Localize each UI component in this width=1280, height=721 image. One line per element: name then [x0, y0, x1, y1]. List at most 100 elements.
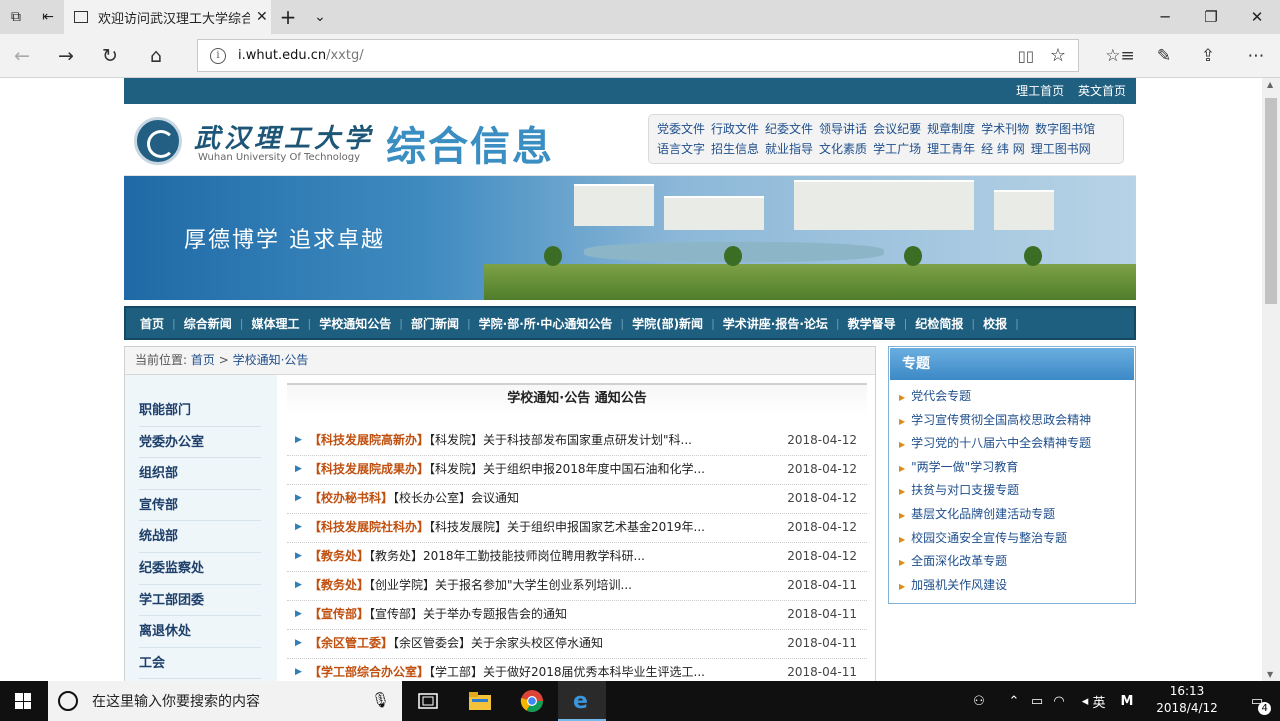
sidebar-item[interactable]: 党委办公室: [139, 427, 261, 459]
topic-link[interactable]: ▶ 学习党的十八届六中全会精神专题: [899, 432, 1135, 456]
item-title[interactable]: 【科技发展院】关于组织申报国家艺术基金2019年...: [429, 520, 705, 534]
topic-link[interactable]: ▶ 加强机关作风建设: [899, 574, 1135, 598]
tray-chevron-icon[interactable]: ⌃: [1002, 681, 1026, 721]
quick-link[interactable]: 学术刊物: [981, 119, 1029, 139]
quick-link[interactable]: 数字图书馆: [1035, 119, 1095, 139]
site-info-icon[interactable]: i: [210, 47, 226, 64]
topic-link[interactable]: ▶ 学习宣传贯彻全国高校思政会精神: [899, 409, 1135, 433]
nav-item[interactable]: 学术讲座·报告·论坛: [715, 315, 836, 332]
breadcrumb-home[interactable]: 首页: [191, 353, 215, 367]
more-menu-icon[interactable]: ⋯: [1234, 34, 1278, 78]
quick-link[interactable]: 学工广场: [873, 139, 921, 159]
list-item[interactable]: ▶ 【科技发展院成果办】【科发院】关于组织申报2018年度中国石油和化学... 20…: [287, 456, 867, 485]
nav-item[interactable]: 部门新闻: [403, 315, 467, 332]
sidebar-item[interactable]: 工会: [139, 648, 261, 680]
list-item[interactable]: ▶ 【校办秘书科】【校长办公室】会议通知 2018-04-12: [287, 485, 867, 514]
item-department[interactable]: 【校办秘书科】: [309, 491, 393, 505]
item-title[interactable]: 【科发院】关于组织申报2018年度中国石油和化学...: [429, 462, 705, 476]
edge-icon[interactable]: e: [558, 681, 606, 721]
nav-item[interactable]: 学院·部·所·中心通知公告: [471, 315, 621, 332]
scroll-down-icon[interactable]: ▼: [1267, 670, 1273, 679]
quick-link[interactable]: 规章制度: [927, 119, 975, 139]
topic-link[interactable]: ▶ "两学一做"学习教育: [899, 456, 1135, 480]
sidebar-item[interactable]: 纪委监察处: [139, 553, 261, 585]
list-item[interactable]: ▶ 【学工部综合办公室】【学工部】关于做好2018届优秀本科毕业生评选工... 20…: [287, 659, 867, 681]
ime-language[interactable]: 英: [1086, 681, 1112, 721]
share-icon[interactable]: ⇪: [1186, 34, 1230, 78]
topic-link[interactable]: ▶ 扶贫与对口支援专题: [899, 479, 1135, 503]
back-icon[interactable]: ←: [0, 34, 44, 78]
topic-link[interactable]: ▶ 全面深化改革专题: [899, 550, 1135, 574]
item-department[interactable]: 【科技发展院社科办】: [309, 520, 429, 534]
favorites-hub-icon[interactable]: ☆≡: [1098, 34, 1142, 78]
quick-link[interactable]: 领导讲话: [819, 119, 867, 139]
set-tabs-aside-icon[interactable]: ⇤: [32, 0, 64, 34]
minimize-icon[interactable]: ─: [1142, 0, 1188, 34]
item-title[interactable]: 【校长办公室】会议通知: [393, 491, 519, 505]
nav-item[interactable]: 综合新闻: [176, 315, 240, 332]
quick-link[interactable]: 经 纬 网: [981, 139, 1025, 159]
topic-link[interactable]: ▶ 基层文化品牌创建活动专题: [899, 503, 1135, 527]
action-center-icon[interactable]: ▭ 4: [1234, 681, 1280, 721]
quick-link[interactable]: 理工青年: [927, 139, 975, 159]
new-tab-icon[interactable]: +: [272, 0, 304, 34]
refresh-icon[interactable]: ↻: [88, 34, 132, 78]
item-department[interactable]: 【宣传部】: [309, 607, 369, 621]
system-clock[interactable]: 16:13 2018/4/12: [1142, 683, 1232, 717]
sidebar-item[interactable]: 统战部: [139, 521, 261, 553]
quick-link[interactable]: 就业指导: [765, 139, 813, 159]
sidebar-item[interactable]: 职能部门: [139, 395, 261, 427]
item-department[interactable]: 【教务处】: [309, 578, 369, 592]
reading-view-icon[interactable]: ▯▯: [1017, 47, 1034, 65]
wifi-icon[interactable]: ◠: [1048, 681, 1070, 721]
tab-manager-icon[interactable]: ⧉: [0, 0, 32, 34]
item-title[interactable]: 【宣传部】关于举办专题报告会的通知: [369, 607, 567, 621]
top-link-home[interactable]: 理工首页: [1016, 84, 1064, 98]
nav-item[interactable]: 学院(部)新闻: [624, 315, 711, 332]
item-title[interactable]: 【教务处】2018年工勤技能技师岗位聘用教学科研...: [369, 549, 645, 563]
tab-preview-chevron-icon[interactable]: ⌄: [304, 0, 336, 34]
nav-item[interactable]: 学校通知公告: [311, 315, 399, 332]
item-title[interactable]: 【余区管委会】关于余家头校区停水通知: [393, 636, 603, 650]
nav-item[interactable]: 首页: [132, 315, 172, 332]
topic-link[interactable]: ▶ 党代会专题: [899, 385, 1135, 409]
nav-item[interactable]: 教学督导: [840, 315, 904, 332]
item-title[interactable]: 【科发院】关于科技部发布国家重点研发计划"科...: [429, 433, 692, 447]
home-icon[interactable]: ⌂: [134, 34, 178, 78]
address-field[interactable]: i i.whut.edu.cn/xxtg/ ▯▯ ☆: [197, 39, 1079, 72]
start-button[interactable]: [0, 681, 46, 721]
item-title[interactable]: 【创业学院】关于报名参加"大学生创业系列培训...: [369, 578, 632, 592]
forward-icon[interactable]: →: [44, 34, 88, 78]
people-icon[interactable]: ⚇: [964, 681, 994, 721]
web-note-icon[interactable]: ✎: [1142, 34, 1186, 78]
browser-tab[interactable]: 欢迎访问武汉理工大学综合信息 ✕: [64, 0, 271, 34]
quick-link[interactable]: 理工图书网: [1031, 139, 1091, 159]
microphone-icon[interactable]: 🎙: [371, 691, 390, 709]
item-title[interactable]: 【学工部】关于做好2018届优秀本科毕业生评选工...: [429, 665, 705, 679]
item-department[interactable]: 【科技发展院成果办】: [309, 462, 429, 476]
sidebar-item[interactable]: 离退休处: [139, 616, 261, 648]
list-item[interactable]: ▶ 【教务处】【教务处】2018年工勤技能技师岗位聘用教学科研... 2018-04…: [287, 543, 867, 572]
topic-link[interactable]: ▶ 校园交通安全宣传与整治专题: [899, 527, 1135, 551]
top-link-english[interactable]: 英文首页: [1078, 84, 1126, 98]
quick-link[interactable]: 会议纪要: [873, 119, 921, 139]
sidebar-item[interactable]: 组织部: [139, 458, 261, 490]
maximize-icon[interactable]: ❐: [1188, 0, 1234, 34]
file-explorer-icon[interactable]: [456, 681, 504, 721]
taskbar-search-input[interactable]: 在这里输入你要搜索的内容 🎙: [48, 681, 402, 721]
favorite-star-icon[interactable]: ☆: [1050, 45, 1066, 66]
quick-link[interactable]: 党委文件: [657, 119, 705, 139]
quick-link[interactable]: 纪委文件: [765, 119, 813, 139]
sidebar-item[interactable]: 学工部团委: [139, 585, 261, 617]
battery-icon[interactable]: ▭: [1026, 681, 1048, 721]
ime-mode[interactable]: M: [1114, 681, 1140, 721]
close-tab-icon[interactable]: ✕: [256, 9, 268, 25]
vertical-scrollbar[interactable]: ▲ ▼: [1262, 78, 1280, 681]
close-window-icon[interactable]: ✕: [1234, 0, 1280, 34]
list-item[interactable]: ▶ 【余区管工委】【余区管委会】关于余家头校区停水通知 2018-04-11: [287, 630, 867, 659]
quick-link[interactable]: 文化素质: [819, 139, 867, 159]
item-department[interactable]: 【科技发展院高新办】: [309, 433, 429, 447]
chrome-icon[interactable]: [508, 681, 556, 721]
nav-item[interactable]: 校报: [975, 315, 1015, 332]
scroll-up-icon[interactable]: ▲: [1267, 80, 1273, 89]
